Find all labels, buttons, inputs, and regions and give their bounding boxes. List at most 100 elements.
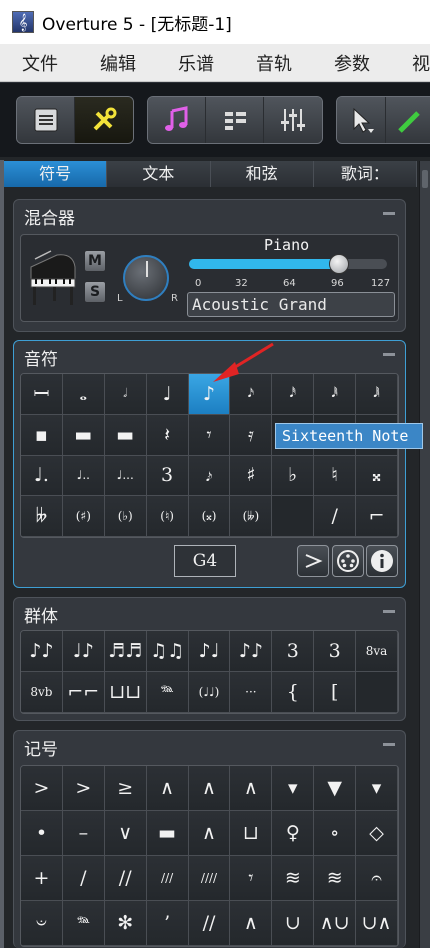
note-symbol-cell[interactable]: ⌐ [356,496,398,537]
mixer-collapse-button[interactable] [383,212,395,215]
marks-collapse-button[interactable] [383,743,395,746]
note-symbol-cell[interactable]: ♮ [314,455,357,497]
tuplet-symbol-cell[interactable]: ♩♪ [62,631,105,672]
mark-symbol-cell[interactable]: 𝄾 [230,856,273,901]
note-symbol-cell[interactable]: 𝅗𝅥 [104,374,147,415]
select-tool-button[interactable] [337,97,387,143]
menu-file[interactable]: 文件 [0,50,78,76]
note-symbol-cell[interactable]: ♩ [146,374,189,415]
tuplet-symbol-cell[interactable]: ♪♩ [188,631,231,672]
mark-symbol-cell[interactable]: > [21,766,63,811]
note-symbol-cell[interactable]: ♩. [21,455,63,497]
patch-select[interactable]: Acoustic Grand [187,292,395,317]
tuplet-symbol-cell[interactable]: 3 [314,631,357,672]
note-symbol-cell[interactable]: ▬ [62,414,105,456]
volume-thumb[interactable] [329,254,350,274]
mark-symbol-cell[interactable]: ✻ [104,901,147,946]
mark-symbol-cell[interactable]: + [21,856,63,901]
note-symbol-cell[interactable]: 𝅝 [62,374,105,415]
pitch-display[interactable]: G4 [174,545,236,577]
mark-symbol-cell[interactable]: /// [146,856,189,901]
mark-symbol-cell[interactable]: ’ [146,901,189,946]
mark-symbol-cell[interactable]: ∧∪ [314,901,357,946]
mark-symbol-cell[interactable]: ⊔ [230,811,273,856]
menu-edit[interactable]: 编辑 [78,50,156,76]
tab-lyrics[interactable]: 歌词： [313,161,417,187]
mute-button[interactable]: M [84,250,106,272]
tools-button[interactable] [75,97,133,143]
mark-symbol-cell[interactable]: / [62,856,105,901]
mark-symbol-cell[interactable]: ≥ [104,766,147,811]
note-symbol-cell[interactable]: (𝄫) [230,496,273,537]
side-scrollbar[interactable] [419,161,430,948]
note-symbol-cell[interactable]: 𝆔 [188,455,231,497]
mark-symbol-cell[interactable]: ≋ [272,856,315,901]
tab-symbols[interactable]: 符号 [4,161,108,187]
tuplet-symbol-cell[interactable]: [ [314,672,357,713]
solo-button[interactable]: S [84,281,106,303]
mark-symbol-cell[interactable]: > [62,766,105,811]
mark-symbol-cell[interactable]: ∪∧ [356,901,398,946]
mark-symbol-cell[interactable]: ▾ [272,766,315,811]
accent-toggle-button[interactable] [297,545,329,577]
mark-symbol-cell[interactable]: 𝆮 [62,901,105,946]
mark-symbol-cell[interactable]: ▼ [314,766,357,811]
tuplet-symbol-cell[interactable]: ♫♫ [146,631,189,672]
note-symbol-cell[interactable]: (♮) [146,496,189,537]
menu-track[interactable]: 音轨 [234,50,312,76]
info-button[interactable] [366,545,398,577]
tuplet-symbol-cell[interactable]: ♪♪ [230,631,273,672]
mark-symbol-cell[interactable]: • [21,811,63,856]
midi-button[interactable] [332,545,364,577]
note-symbol-cell[interactable]: 𝄿 [230,414,273,456]
note-symbol-cell[interactable]: / [314,496,357,537]
menu-score[interactable]: 乐谱 [156,50,234,76]
menu-view[interactable]: 视 [390,50,430,76]
note-symbol-cell[interactable]: 3 [146,455,189,497]
mark-symbol-cell[interactable]: ∧ [188,811,231,856]
note-symbol-cell[interactable]: ♩... [104,455,147,497]
tuplet-symbol-cell[interactable]: 3 [272,631,315,672]
tab-chords[interactable]: 和弦 [210,161,314,187]
note-symbol-cell[interactable]: (𝄪) [188,496,231,537]
note-symbol-cell[interactable]: (♯) [62,496,105,537]
mark-symbol-cell[interactable]: // [188,901,231,946]
note-symbol-cell[interactable]: (♭) [104,496,147,537]
mark-symbol-cell[interactable]: – [62,811,105,856]
tuplets-collapse-button[interactable] [383,610,395,613]
note-symbol-cell[interactable]: ♭ [272,455,315,497]
note-symbol-cell[interactable]: 𝅘𝅥𝅲 [356,374,398,415]
note-symbol-cell[interactable]: 𝅘𝅥𝅱 [314,374,357,415]
note-symbol-cell[interactable]: 𝄽 [146,414,189,456]
note-symbol-cell[interactable]: 𝄪 [356,455,398,497]
tuplet-symbol-cell[interactable]: ⌐⌐ [62,672,105,713]
mark-symbol-cell[interactable]: ▬ [146,811,189,856]
note-symbol-cell[interactable]: ▬ [104,414,147,456]
mark-symbol-cell[interactable]: 𝄐 [356,856,398,901]
tuplet-symbol-cell[interactable]: 𝆮 [146,672,189,713]
mark-symbol-cell[interactable]: ∧ [188,766,231,811]
notes-collapse-button[interactable] [383,353,395,356]
mark-symbol-cell[interactable]: 𝄑 [21,901,63,946]
tuplet-symbol-cell[interactable]: ⊔⊔ [104,672,147,713]
mark-symbol-cell[interactable]: ∧ [230,766,273,811]
mark-symbol-cell[interactable]: // [104,856,147,901]
tab-text[interactable]: 文本 [107,161,211,187]
tuplet-symbol-cell[interactable]: ♬♬ [104,631,147,672]
pan-knob[interactable] [123,255,169,301]
list-button[interactable] [206,97,264,143]
tuplet-symbol-cell[interactable]: 8va [356,631,398,672]
tuplet-symbol-cell[interactable]: ··· [230,672,273,713]
mark-symbol-cell[interactable]: ♀ [272,811,315,856]
mark-symbol-cell[interactable]: ∧ [230,901,273,946]
tuplet-symbol-cell[interactable]: 8vb [21,672,63,713]
tuplet-symbol-cell[interactable]: ♪♪ [21,631,63,672]
mark-symbol-cell[interactable]: ≋ [314,856,357,901]
volume-slider[interactable] [189,254,387,274]
tuplet-symbol-cell[interactable]: (♩♩) [188,672,231,713]
mark-symbol-cell[interactable]: //// [188,856,231,901]
note-symbol-cell[interactable]: ♯ [230,455,273,497]
note-symbol-cell[interactable]: ▪ [21,414,63,456]
menu-params[interactable]: 参数 [312,50,390,76]
mark-symbol-cell[interactable]: ∧ [146,766,189,811]
